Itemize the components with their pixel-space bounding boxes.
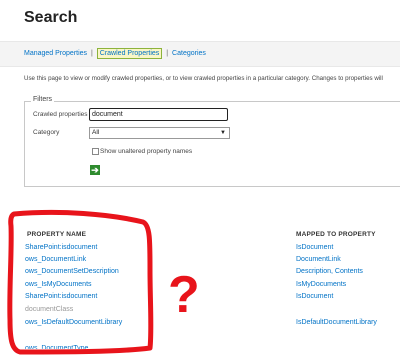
tab-categories[interactable]: Categories bbox=[172, 50, 206, 57]
property-name-link[interactable]: ows_DocumentType bbox=[25, 345, 88, 349]
category-select[interactable]: All ▼ bbox=[89, 127, 230, 139]
mapped-property-link[interactable]: IsMyDocuments bbox=[296, 281, 346, 288]
go-button[interactable]: ➔ bbox=[90, 165, 100, 175]
page-title: Search bbox=[24, 9, 78, 26]
property-name-text: documentClass bbox=[25, 306, 74, 313]
mapped-property-link[interactable]: Description, Contents bbox=[296, 268, 363, 275]
category-label: Category bbox=[33, 129, 60, 136]
mapped-property-link[interactable]: IsDocument bbox=[296, 244, 333, 251]
chevron-down-icon: ▼ bbox=[220, 130, 226, 136]
crawled-properties-input[interactable]: document bbox=[89, 108, 228, 121]
filters-legend: Filters bbox=[31, 96, 55, 103]
show-unaltered-checkbox[interactable] bbox=[92, 148, 99, 155]
arrow-right-icon: ➔ bbox=[91, 165, 99, 175]
property-name-link[interactable]: ows_DocumentSetDescription bbox=[25, 268, 119, 275]
property-name-link[interactable]: ows_IsDefaultDocumentLibrary bbox=[25, 319, 122, 326]
property-name-link[interactable]: SharePoint:isdocument bbox=[25, 244, 97, 251]
tab-separator: | bbox=[91, 50, 93, 57]
tab-crawled-properties[interactable]: Crawled Properties bbox=[96, 48, 163, 59]
column-header-property-name: PROPERTY NAME bbox=[27, 231, 87, 238]
property-name-link[interactable]: SharePoint:isdocument bbox=[25, 293, 97, 300]
show-unaltered-label: Show unaltered property names bbox=[100, 148, 193, 155]
tabs: Managed Properties | Crawled Properties … bbox=[24, 48, 206, 60]
property-name-link[interactable]: ows_IsMyDocuments bbox=[25, 281, 92, 288]
mapped-property-link[interactable]: IsDefaultDocumentLibrary bbox=[296, 319, 377, 326]
tab-separator: | bbox=[166, 50, 169, 57]
intro-text: Use this page to view or modify crawled … bbox=[24, 75, 383, 82]
column-header-mapped-to-property: MAPPED TO PROPERTY bbox=[296, 231, 376, 238]
category-select-value: All bbox=[92, 129, 100, 136]
tab-managed-properties[interactable]: Managed Properties bbox=[24, 50, 87, 57]
mapped-property-link[interactable]: IsDocument bbox=[296, 293, 333, 300]
mapped-property-link[interactable]: DocumentLink bbox=[296, 256, 341, 263]
crawled-properties-label: Crawled properties bbox=[33, 111, 88, 118]
question-mark-annotation: ? bbox=[168, 266, 200, 324]
property-name-link[interactable]: ows_DocumentLink bbox=[25, 256, 86, 263]
